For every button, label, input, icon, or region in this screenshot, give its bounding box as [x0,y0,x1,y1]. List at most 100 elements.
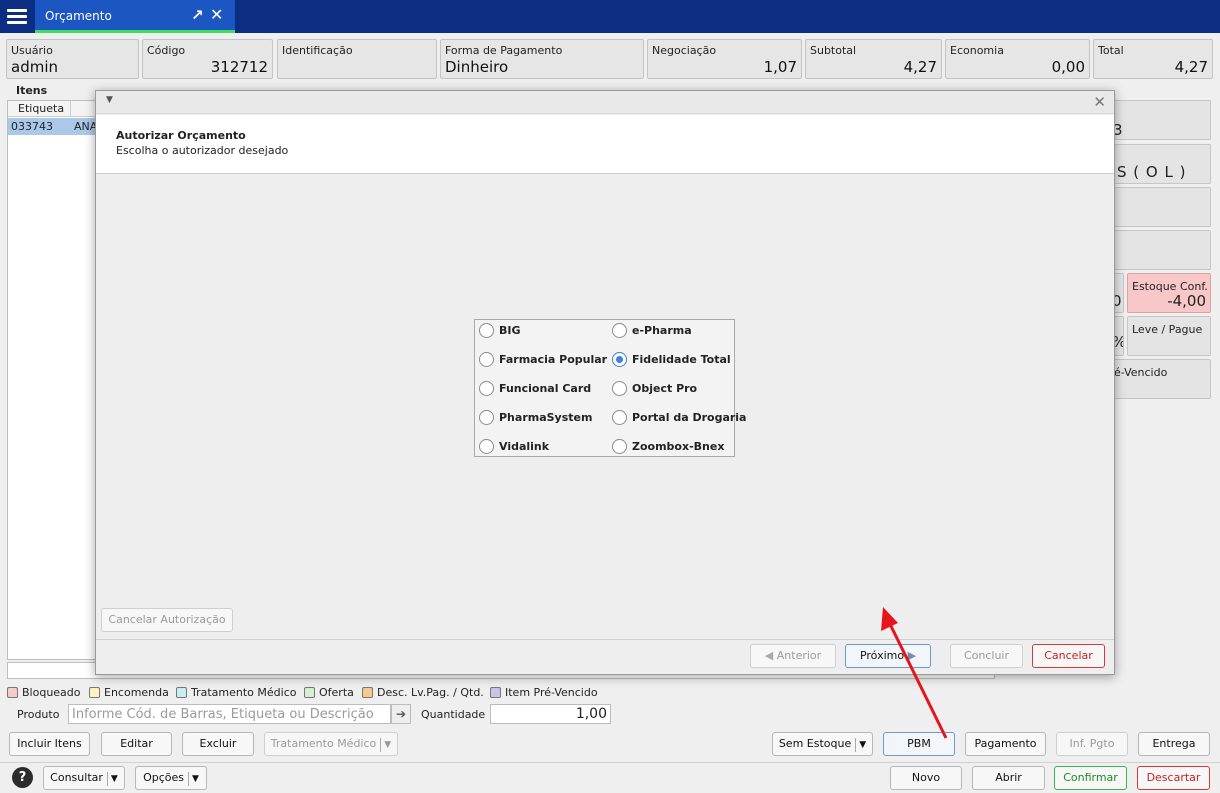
excluir-button[interactable]: Excluir [182,732,254,756]
tab-title: Orçamento [45,9,112,23]
radio-option-zoombox-bnex[interactable]: Zoombox-Bnex [612,437,724,455]
chevron-down-icon[interactable]: ▼ [106,772,118,786]
legend-item: Desc. Lv.Pag. / Qtd. [362,685,484,699]
tratamento-medico-button[interactable]: Tratamento Médico ▼ [264,732,398,756]
cancelar-button[interactable]: Cancelar [1032,644,1105,668]
close-icon[interactable]: ✕ [210,5,223,24]
bottom-separator [0,762,1220,763]
field-forma-pagamento[interactable]: Forma de Pagamento Dinheiro [440,39,644,79]
radio-button-icon[interactable] [612,409,627,425]
radio-button-selected-icon[interactable] [612,351,627,367]
inf-pgto-button[interactable]: Inf. Pgto [1056,732,1128,756]
radio-option-fidelidade-total[interactable]: Fidelidade Total [612,350,731,368]
legend-label: Bloqueado [22,685,81,699]
consultar-button[interactable]: Consultar ▼ [43,766,125,790]
pbm-button[interactable]: PBM [883,732,955,756]
editar-button[interactable]: Editar [101,732,172,756]
legend-swatch [490,686,501,698]
leve-pague-tile: Leve / Pague [1127,316,1211,356]
hamburger-menu-icon[interactable] [4,5,30,29]
chevron-down-icon[interactable]: ▼ [855,738,866,752]
field-value: admin [11,58,58,76]
field-label: Identificação [282,44,353,57]
radio-button-icon[interactable] [479,409,494,425]
tab-orcamento[interactable]: Orçamento ↗ ✕ [35,0,235,33]
entrega-button[interactable]: Entrega [1138,732,1210,756]
dialog-menu-icon[interactable]: ▼ [106,95,113,105]
table-row[interactable]: 033743 ANA [8,118,98,135]
radio-button-icon[interactable] [479,380,494,396]
chevron-down-icon[interactable]: ▼ [380,738,391,752]
radio-button-icon[interactable] [612,438,627,454]
concluir-button[interactable]: Concluir [950,644,1023,668]
tile-label: é-Vencido [1114,366,1168,379]
button-label: Consultar [50,771,103,784]
legend-label: Oferta [319,685,354,699]
items-table[interactable] [7,100,97,660]
radio-option-vidalink[interactable]: Vidalink [479,437,549,455]
cancelar-autorizacao-button[interactable]: Cancelar Autorização [101,608,233,632]
field-value: 4,27 [1174,58,1208,76]
abrir-button[interactable]: Abrir [972,766,1045,790]
column-header-etiqueta[interactable]: Etiqueta [18,102,64,115]
option-label: Portal da Drogaria [632,410,747,424]
legend-item: Item Pré-Vencido [490,685,598,699]
button-label: Sem Estoque [778,737,852,750]
field-label: Forma de Pagamento [445,44,563,57]
radio-button-icon[interactable] [612,380,627,396]
close-icon[interactable]: ✕ [1093,93,1106,111]
dialog-header: Autorizar Orçamento Escolha o autorizado… [96,115,1114,174]
radio-option-big[interactable]: BIG [479,321,521,339]
field-negociacao: Negociação 1,07 [647,39,802,79]
info-tile [1110,230,1211,270]
legend-swatch [304,686,315,698]
opcoes-button[interactable]: Opções ▼ [135,766,207,790]
radio-button-icon[interactable] [479,351,494,367]
legend-label: Encomenda [104,685,169,699]
descartar-button[interactable]: Descartar [1137,766,1210,790]
button-label: Próximo [859,649,905,662]
radio-option-e-pharma[interactable]: e-Pharma [612,321,692,339]
radio-option-funcional-card[interactable]: Funcional Card [479,379,591,397]
radio-option-object-pro[interactable]: Object Pro [612,379,697,397]
radio-option-pharmasystem[interactable]: PharmaSystem [479,408,592,426]
legend-item: Oferta [304,685,354,699]
legend-swatch [362,686,373,698]
confirmar-button[interactable]: Confirmar [1054,766,1127,790]
field-usuario: Usuário admin [6,39,139,79]
radio-option-portal-da-drogaria[interactable]: Portal da Drogaria [612,408,746,426]
authorizer-options: BIG e-Pharma Farmacia Popular Fidelidade… [474,319,746,457]
radio-button-icon[interactable] [612,322,627,338]
chevron-down-icon[interactable]: ▼ [188,772,199,786]
chevron-left-icon: ◀ [764,649,777,662]
arrow-right-icon[interactable]: ➔ [391,704,411,724]
pagamento-button[interactable]: Pagamento [965,732,1046,756]
legend-label: Item Pré-Vencido [505,685,598,699]
radio-button-icon[interactable] [479,322,494,338]
popout-icon[interactable]: ↗ [191,6,204,24]
radio-button-icon[interactable] [479,438,494,454]
help-icon[interactable]: ? [12,767,33,788]
field-value: 312712 [210,58,268,76]
cell-descricao: ANA [74,120,98,133]
tile-label: Leve / Pague [1132,323,1203,336]
incluir-itens-button[interactable]: Incluir Itens [9,732,90,756]
chevron-right-icon: ▶ [904,649,917,662]
produto-input[interactable]: Informe Cód. de Barras, Etiqueta ou Desc… [68,704,391,724]
dialog-title-bar: ▼ ✕ [96,91,1114,114]
legend-swatch [89,686,100,698]
proximo-button[interactable]: Próximo ▶ [845,644,931,668]
quantidade-label: Quantidade [421,708,486,721]
button-label: Anterior [776,649,822,662]
sem-estoque-button[interactable]: Sem Estoque ▼ [772,732,873,756]
estoque-conf-tile: Estoque Conf. -4,00 [1127,273,1211,313]
radio-option-farmacia-popular[interactable]: Farmacia Popular [479,350,607,368]
tile-text: S ( O L ) [1117,163,1187,181]
option-label: Farmacia Popular [499,352,608,366]
field-identificacao[interactable]: Identificação [277,39,437,79]
field-label: Código [147,44,186,57]
novo-button[interactable]: Novo [890,766,962,790]
anterior-button[interactable]: ◀ Anterior [750,644,836,668]
field-label: Negociação [652,44,717,57]
quantidade-input[interactable]: 1,00 [490,704,611,724]
